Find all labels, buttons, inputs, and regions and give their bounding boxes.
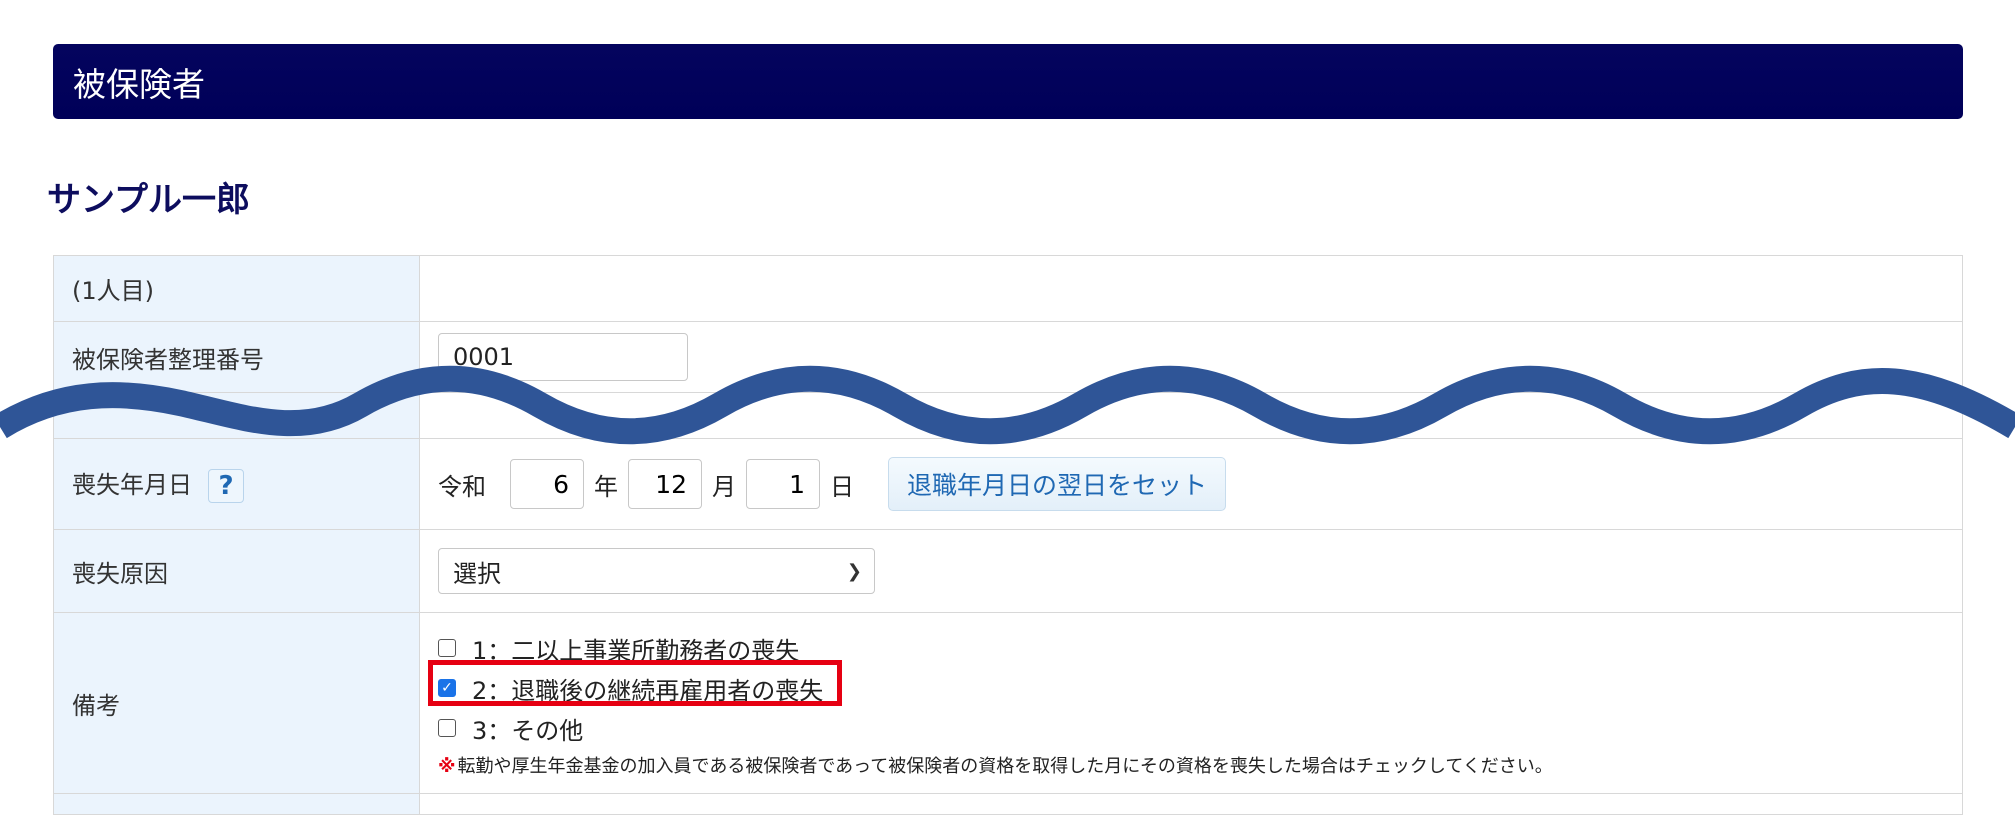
loss-reason-select[interactable]: 選択 ❯ xyxy=(438,548,875,594)
section-header: 被保険者 xyxy=(53,44,1963,119)
table-row xyxy=(53,793,1963,815)
year-unit: 年 xyxy=(594,472,618,501)
table-row: 喪失原因 選択 ❯ xyxy=(53,529,1963,613)
insured-form-table: (1人目) 被保険者整理番号 喪失年月日? 令和 年 月 日 退職年月日の翌日を… xyxy=(53,255,1963,815)
section-title: 被保険者 xyxy=(73,64,205,104)
remarks-note: ※ 転勤や厚生年金基金の加入員である被保険者であって被保険者の資格を取得した月にそ… xyxy=(438,752,1962,778)
help-icon[interactable]: ? xyxy=(208,469,244,503)
person-index-label: (1人目) xyxy=(53,255,420,322)
highlight-frame xyxy=(428,660,842,706)
loss-date-label: 喪失年月日 xyxy=(72,471,192,499)
table-row: (1人目) xyxy=(53,255,1963,322)
chevron-down-icon: ❯ xyxy=(846,560,862,582)
remarks-checkbox-3[interactable] xyxy=(438,719,456,737)
person-name: サンプル一郎 xyxy=(47,180,250,220)
day-input[interactable] xyxy=(746,459,820,509)
loss-date-fields: 令和 年 月 日 退職年月日の翌日をセット xyxy=(438,457,1962,511)
day-unit: 日 xyxy=(830,472,854,501)
month-input[interactable] xyxy=(628,459,702,509)
remarks-option-3[interactable]: 3：その他 xyxy=(438,708,1962,748)
remarks-checkbox-1[interactable] xyxy=(438,639,456,657)
loss-reason-selected: 選択 xyxy=(453,559,501,588)
year-input[interactable] xyxy=(510,459,584,509)
note-mark-icon: ※ xyxy=(438,756,456,777)
month-unit: 月 xyxy=(712,472,736,501)
wave-divider xyxy=(0,365,2015,445)
loss-reason-label: 喪失原因 xyxy=(53,529,420,613)
set-next-day-button[interactable]: 退職年月日の翌日をセット xyxy=(888,457,1227,511)
era-label: 令和 xyxy=(438,472,486,501)
remarks-note-text: 転勤や厚生年金基金の加入員である被保険者であって被保険者の資格を取得した月にその… xyxy=(457,756,1553,777)
table-row: 備考 1：二以上事業所勤務者の喪失 ✓ 2：退職後の継続再雇用者の喪失 3：その… xyxy=(53,612,1963,794)
remarks-option-3-label: 3：その他 xyxy=(472,716,584,745)
remarks-label: 備考 xyxy=(53,612,420,794)
